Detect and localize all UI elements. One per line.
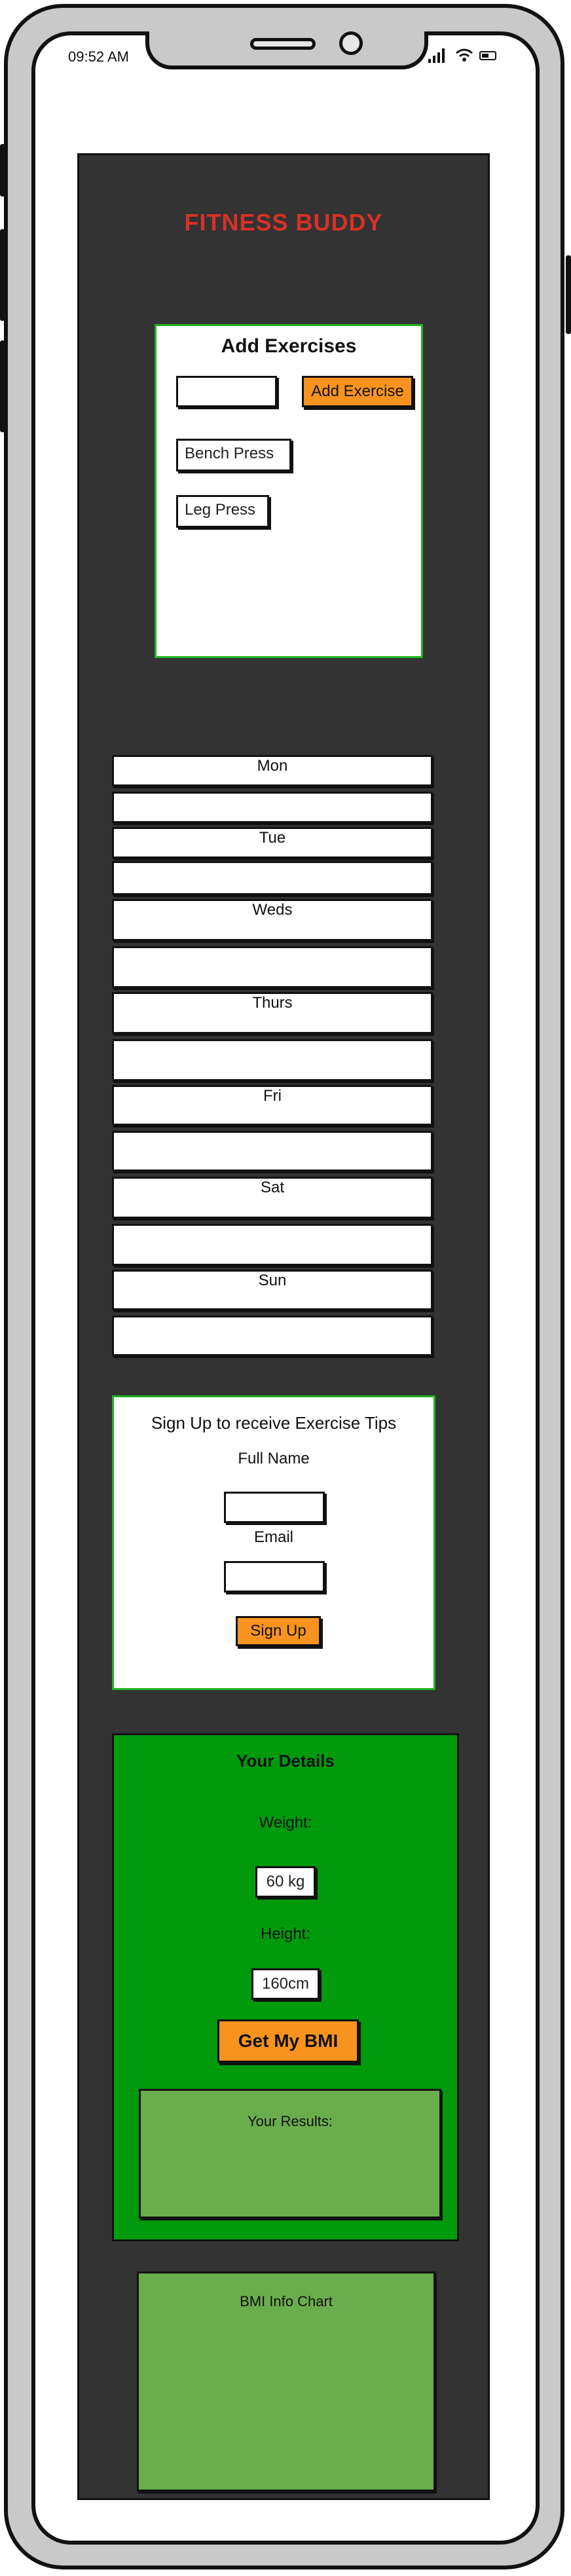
height-label: Height: — [260, 1925, 311, 1943]
signup-heading: Sign Up to receive Exercise Tips — [151, 1413, 397, 1433]
day-slot-sun[interactable] — [112, 1316, 433, 1356]
signup-card: Sign Up to receive Exercise Tips Full Na… — [112, 1395, 435, 1690]
add-exercise-button[interactable]: Add Exercise — [302, 376, 413, 407]
add-exercises-card: Add Exercises Add Exercise Bench Press L… — [155, 324, 423, 658]
battery-icon — [479, 51, 496, 60]
day-header-mon: Mon — [112, 755, 433, 786]
day-header-tue: Tue — [112, 827, 433, 858]
day-header-weds: Weds — [112, 899, 433, 941]
camera-icon — [339, 31, 363, 55]
cellular-signal-icon — [428, 47, 448, 63]
day-slot-mon[interactable] — [112, 792, 433, 823]
day-slot-fri[interactable] — [112, 1131, 433, 1171]
day-slot-weds[interactable] — [112, 946, 433, 988]
exercise-item[interactable]: Leg Press — [176, 495, 269, 528]
speaker-icon — [250, 38, 316, 50]
side-button-right — [566, 255, 571, 334]
sign-up-button[interactable]: Sign Up — [236, 1616, 321, 1646]
email-label: Email — [253, 1528, 293, 1546]
full-name-input[interactable] — [224, 1492, 325, 1523]
day-slot-tue[interactable] — [112, 861, 433, 895]
day-header-thurs: Thurs — [112, 992, 433, 1034]
side-button-left-middle — [0, 229, 5, 321]
day-header-fri: Fri — [112, 1085, 433, 1126]
day-slot-sat[interactable] — [112, 1224, 433, 1266]
bmi-info-chart: BMI Info Chart — [137, 2272, 435, 2492]
height-input[interactable]: 160cm — [251, 1968, 320, 2000]
phone-notch — [145, 31, 428, 69]
status-icons — [428, 47, 500, 63]
add-exercises-heading: Add Exercises — [221, 335, 357, 357]
weight-label: Weight: — [259, 1814, 312, 1831]
exercise-item[interactable]: Bench Press — [176, 439, 291, 471]
day-header-sat: Sat — [112, 1177, 433, 1219]
email-input[interactable] — [224, 1561, 325, 1592]
get-my-bmi-button[interactable]: Get My BMI — [217, 2019, 359, 2063]
details-heading: Your Details — [236, 1751, 335, 1771]
results-label: Your Results: — [247, 2113, 333, 2129]
status-time: 09:52 AM — [68, 48, 129, 65]
day-header-sun: Sun — [112, 1270, 433, 1310]
your-details-card: Your Details Weight: 60 kg Height: 160cm… — [112, 1733, 459, 2241]
app-screen: FITNESS BUDDY Add Exercises Add Exercise… — [77, 153, 490, 2500]
app-title: FITNESS BUDDY — [184, 209, 383, 236]
side-button-left-top — [0, 144, 5, 196]
exercise-input[interactable] — [176, 376, 277, 407]
bmi-chart-label: BMI Info Chart — [240, 2293, 333, 2309]
full-name-label: Full Name — [238, 1450, 310, 1467]
results-box: Your Results: — [139, 2089, 441, 2218]
wifi-icon — [456, 48, 473, 62]
weight-input[interactable]: 60 kg — [255, 1866, 316, 1898]
side-button-left-bottom — [0, 340, 5, 432]
day-slot-thurs[interactable] — [112, 1039, 433, 1081]
